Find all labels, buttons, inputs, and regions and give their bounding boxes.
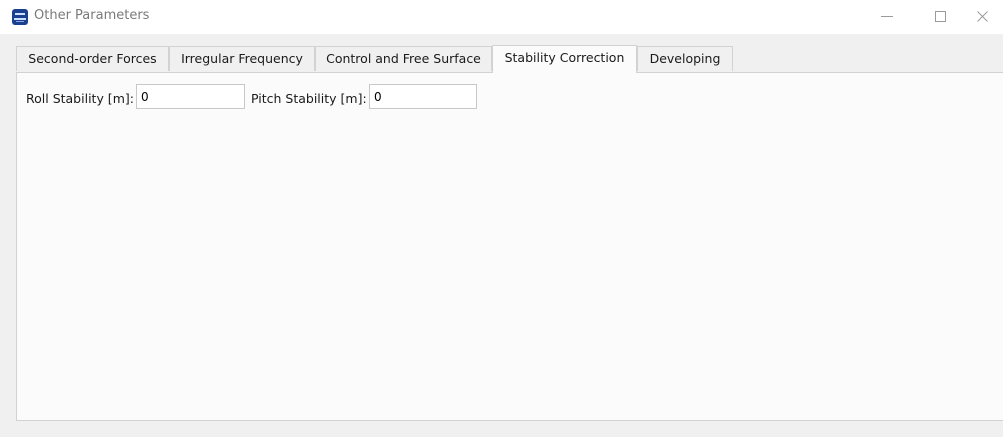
roll-stability-label: Roll Stability [m]:: [26, 91, 134, 106]
maximize-icon: [935, 11, 946, 22]
window-title: Other Parameters: [34, 8, 150, 23]
tab-irregular-frequency[interactable]: Irregular Frequency: [169, 46, 315, 71]
tab-stability-correction[interactable]: Stability Correction: [492, 45, 637, 73]
minimize-button[interactable]: [865, 0, 911, 34]
tab-control-and-free-surface[interactable]: Control and Free Surface: [315, 46, 492, 71]
pitch-stability-input[interactable]: [369, 84, 477, 109]
stability-correction-panel: Roll Stability [m]: Pitch Stability [m]:: [16, 72, 1003, 421]
title-bar: Other Parameters: [0, 0, 1003, 34]
app-logo-icon: [12, 9, 28, 25]
minimize-icon: [881, 16, 893, 17]
pitch-stability-label: Pitch Stability [m]:: [251, 91, 367, 106]
maximize-button[interactable]: [918, 0, 964, 34]
roll-stability-input[interactable]: [136, 84, 245, 109]
close-icon: [977, 11, 988, 22]
close-button[interactable]: [960, 0, 1003, 34]
tab-second-order-forces[interactable]: Second-order Forces: [16, 46, 169, 71]
tab-developing[interactable]: Developing: [637, 46, 733, 71]
